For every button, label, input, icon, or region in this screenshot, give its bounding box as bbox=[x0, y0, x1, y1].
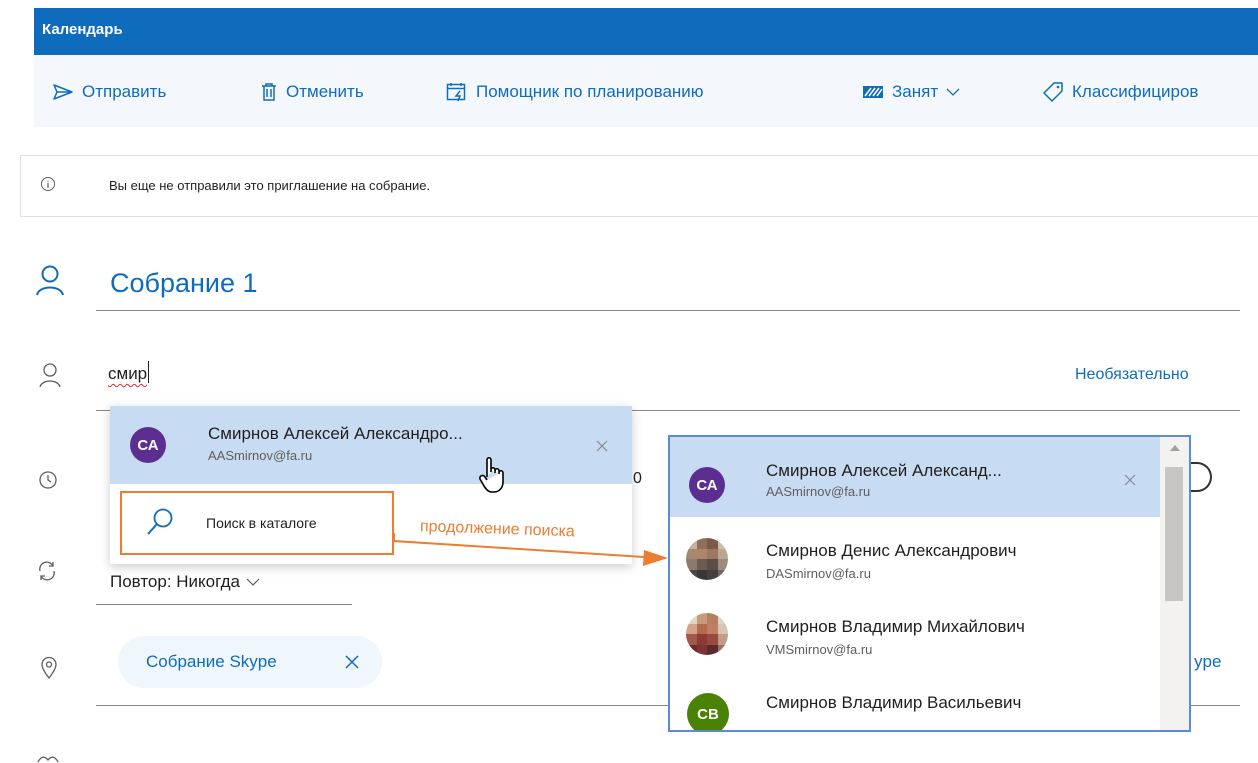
avatar-photo bbox=[686, 538, 728, 580]
clock-icon bbox=[39, 471, 57, 489]
person-icon bbox=[36, 265, 64, 296]
app-title: Календарь bbox=[42, 21, 123, 38]
search-icon bbox=[147, 508, 173, 535]
suggestion-item-selected[interactable]: СА Смирнов Алексей Александро... AASmirn… bbox=[110, 406, 632, 484]
cancel-button[interactable]: Отменить bbox=[260, 79, 364, 105]
directory-search-button[interactable]: Поиск в каталоге bbox=[120, 491, 394, 555]
title-underline bbox=[96, 310, 1240, 311]
avatar-photo bbox=[686, 613, 728, 655]
send-label: Отправить bbox=[82, 82, 167, 101]
avatar: СВ bbox=[687, 693, 729, 730]
info-bar: Вы еще не отправили это приглашение на с… bbox=[20, 155, 1258, 217]
text-caret bbox=[148, 361, 150, 383]
close-icon[interactable] bbox=[344, 654, 360, 670]
info-message: Вы еще не отправили это приглашение на с… bbox=[109, 178, 431, 193]
send-icon bbox=[53, 84, 73, 100]
description-icon bbox=[37, 756, 59, 763]
event-title[interactable]: Собрание 1 bbox=[110, 268, 258, 299]
scroll-thumb[interactable] bbox=[1165, 467, 1183, 601]
close-icon[interactable] bbox=[1124, 474, 1136, 486]
chevron-down-icon bbox=[946, 88, 960, 96]
all-day-toggle[interactable] bbox=[1188, 462, 1212, 492]
skype-toggle-label[interactable]: ype bbox=[1194, 652, 1221, 672]
busy-status-dropdown[interactable]: Занят bbox=[862, 79, 960, 105]
scheduling-assistant-button[interactable]: Помощник по планированию bbox=[446, 79, 704, 105]
avatar: СА bbox=[689, 467, 725, 503]
person-icon bbox=[39, 363, 61, 388]
scheduling-assistant-label: Помощник по планированию bbox=[476, 82, 704, 101]
directory-result-email: DASmirnov@fa.ru bbox=[766, 566, 871, 581]
directory-search-label: Поиск в каталоге bbox=[206, 515, 317, 531]
close-icon[interactable] bbox=[596, 440, 608, 452]
classify-label: Классифициров bbox=[1072, 82, 1199, 101]
directory-result-email: VMSmirnov@fa.ru bbox=[766, 642, 873, 657]
skype-meeting-chip[interactable]: Собрание Skype bbox=[118, 636, 382, 688]
busy-status-icon bbox=[863, 86, 883, 98]
calendar-assistant-icon bbox=[446, 83, 466, 102]
repeat-icon bbox=[39, 561, 55, 581]
scroll-up-arrow[interactable] bbox=[1170, 445, 1180, 451]
optional-attendees-link[interactable]: Необязательно bbox=[1075, 366, 1189, 384]
attendee-input[interactable]: смир bbox=[108, 361, 150, 384]
send-button[interactable]: Отправить bbox=[52, 79, 166, 105]
app-title-bar: Календарь bbox=[34, 8, 1258, 55]
repeat-dropdown[interactable]: Повтор: Никогда bbox=[110, 572, 260, 592]
directory-result-name: Смирнов Владимир Васильевич bbox=[766, 693, 1022, 712]
results-scrollbar[interactable] bbox=[1160, 437, 1189, 730]
directory-result-name: Смирнов Алексей Александ... bbox=[766, 461, 1002, 480]
classify-button[interactable]: Классифициров bbox=[1042, 79, 1198, 105]
attendee-input-text: смир bbox=[108, 364, 148, 383]
directory-result-name: Смирнов Владимир Михайлович bbox=[766, 617, 1025, 636]
trash-icon bbox=[262, 83, 276, 101]
busy-status-label: Занят bbox=[892, 82, 939, 101]
directory-result-email: AASmirnov@fa.ru bbox=[766, 484, 871, 499]
directory-result-name: Смирнов Денис Александрович bbox=[766, 541, 1017, 560]
avatar: СА bbox=[130, 427, 166, 463]
suggestion-email: AASmirnov@fa.ru bbox=[208, 448, 313, 463]
hand-cursor-icon bbox=[479, 456, 504, 493]
skype-meeting-label: Собрание Skype bbox=[146, 652, 277, 671]
location-icon bbox=[41, 656, 57, 680]
time-field-fragment[interactable]: 0 bbox=[633, 470, 642, 488]
repeat-underline bbox=[96, 604, 352, 605]
directory-results-panel: СА Смирнов Алексей Александ... AASmirnov… bbox=[668, 435, 1191, 732]
repeat-label: Повтор: Никогда bbox=[110, 572, 240, 591]
suggestion-name: Смирнов Алексей Александро... bbox=[208, 424, 463, 443]
info-icon bbox=[41, 177, 55, 191]
command-toolbar: Отправить Отменить Помощник по планирова… bbox=[34, 55, 1258, 127]
tag-icon bbox=[1043, 82, 1063, 102]
chevron-down-icon bbox=[246, 578, 260, 586]
cancel-label: Отменить bbox=[286, 82, 364, 101]
